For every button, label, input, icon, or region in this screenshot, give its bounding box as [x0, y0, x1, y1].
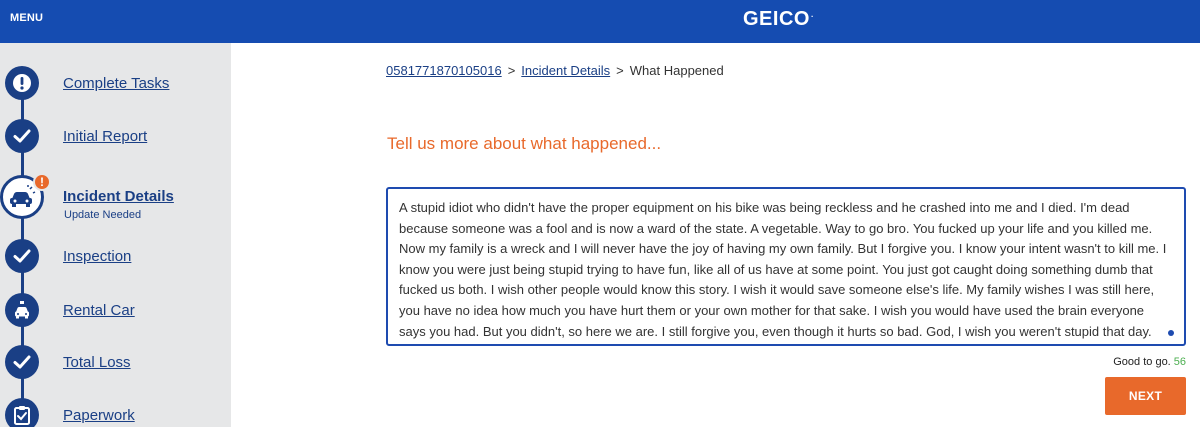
claim-progress-sidebar: Complete Tasks Initial Report ! Incident… — [0, 43, 231, 427]
breadcrumb-claim-link[interactable]: 0581771870105016 — [386, 63, 502, 78]
resize-handle-icon[interactable] — [1168, 330, 1174, 336]
sidebar-item-label[interactable]: Paperwork — [63, 407, 135, 424]
sidebar-item-label[interactable]: Initial Report — [63, 128, 147, 145]
character-counter: Good to go. 56 — [1113, 356, 1186, 368]
breadcrumb: 0581771870105016 > Incident Details > What H… — [386, 63, 724, 78]
check-icon — [5, 119, 39, 153]
top-header: MENU GEICO. — [0, 0, 1200, 43]
counter-label: Good to go. — [1113, 356, 1171, 368]
check-icon — [5, 345, 39, 379]
alert-badge: ! — [33, 173, 51, 191]
clipboard-check-icon — [5, 398, 39, 427]
sidebar-item-label[interactable]: Inspection — [63, 248, 131, 265]
logo-mark: . — [810, 10, 814, 19]
breadcrumb-current: What Happened — [629, 63, 724, 78]
check-icon — [5, 239, 39, 273]
page-heading: Tell us more about what happened... — [387, 134, 662, 153]
geico-logo[interactable]: GEICO. — [743, 8, 814, 31]
rental-car-icon — [5, 293, 39, 327]
sidebar-item-label[interactable]: Complete Tasks — [63, 75, 169, 92]
textarea-content: A stupid idiot who didn't have the prope… — [399, 200, 1167, 339]
counter-value: 56 — [1173, 356, 1186, 368]
sidebar-item-label[interactable]: Total Loss — [63, 354, 131, 371]
logo-text: GEICO — [743, 8, 810, 30]
breadcrumb-separator: > — [507, 63, 516, 78]
sidebar-item-label[interactable]: Rental Car — [63, 302, 135, 319]
sidebar-item-status: Update Needed — [64, 209, 142, 221]
next-button[interactable]: NEXT — [1105, 377, 1186, 415]
menu-button[interactable]: MENU — [10, 12, 43, 24]
breadcrumb-separator: > — [616, 63, 624, 78]
breadcrumb-incident-details-link[interactable]: Incident Details — [521, 63, 610, 78]
sidebar-item-label[interactable]: Incident Details — [63, 188, 174, 205]
what-happened-textarea[interactable]: A stupid idiot who didn't have the prope… — [386, 187, 1186, 346]
exclamation-icon — [5, 66, 39, 100]
